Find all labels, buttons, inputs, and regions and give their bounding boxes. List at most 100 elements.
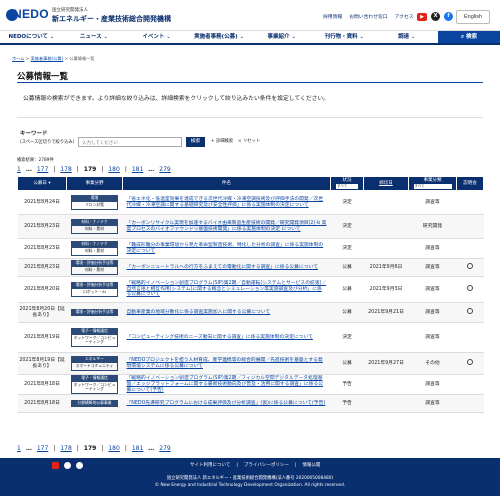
nav-news[interactable]: ニュース [63, 31, 126, 43]
col-type-label: 事業分類 [423, 177, 442, 183]
page-link[interactable]: 180 [108, 166, 119, 174]
cell-date: 2021年8月24日 [17, 190, 67, 215]
nav-procurement[interactable]: 調達 [375, 31, 438, 43]
nav-projects[interactable]: 事業紹介 [250, 31, 313, 43]
page-current: 179 [83, 166, 97, 173]
category-badge: 電子・情報通信 ネットワーク／コンピューティング [71, 375, 118, 395]
nav-about[interactable]: NEDOについて [0, 31, 63, 43]
category-top: 環境・評価分析手法等 [71, 282, 118, 289]
call-title-link[interactable]: 「難成形難分の事業環境から見た革命型製造技術、特化した分析の調査」に係る実施体制… [127, 243, 324, 254]
breadcrumb-home[interactable]: ホーム [12, 56, 24, 61]
header-links: 採用情報 お問い合わせ窓口 アクセス [323, 15, 414, 21]
x-twitter-icon[interactable]: X [431, 12, 440, 21]
cell-title[interactable]: 「カーボンニュートラルへの行方をふまえての電動化に関する調査」に係る公募について [122, 258, 331, 277]
cell-explain [456, 258, 484, 277]
cell-title[interactable]: 「NEDO先導研究プログラムにおける成果評価及び分析調査」(仮)に係る公募につい… [122, 394, 331, 414]
detail-search-link[interactable]: + 詳細検索 [211, 139, 233, 144]
cell-deadline [363, 394, 409, 414]
facebook-icon[interactable]: f [444, 12, 453, 21]
cell-title[interactable]: 「NEDOプロジェクトを担う人材育成、産学連携等の総合的展開／先進技術を基盤とす… [122, 352, 331, 375]
cell-explain [456, 190, 484, 215]
english-button[interactable]: English [456, 10, 490, 24]
header-link-contact[interactable]: お問い合わせ窓口 [349, 15, 387, 21]
cell-title[interactable]: 「戦略的イノベーション創造プログラム(SIP)第2期／自動運転(システムとサービ… [122, 276, 331, 303]
cell-category: エネルギー スマートコミュニティ [66, 352, 123, 375]
header-link-recruit[interactable]: 採用情報 [323, 15, 342, 21]
youtube-icon[interactable] [52, 462, 59, 469]
cell-type: 調査等 [408, 302, 457, 323]
status-select[interactable]: すべて [336, 184, 358, 190]
cell-date: 2021年8月19日 [17, 322, 67, 353]
cell-status: 決定 [330, 238, 364, 259]
page-link[interactable]: 1 [17, 166, 21, 174]
cell-category: 電子・情報通信 ネットワーク／コンピューティング [66, 374, 123, 396]
cell-title[interactable]: 「コンピューティング技術のニーズ動向に関する調査」に係る実施体制の決定について [122, 322, 331, 353]
page-link[interactable]: 279 [159, 166, 170, 174]
x-twitter-icon[interactable] [64, 462, 71, 469]
table-row: 2021年8月20日 環境・評価分析手法等 ロボット・AI 「戦略的イノベーション創造… [17, 276, 484, 303]
page-link[interactable]: 177 [37, 166, 48, 174]
page-link[interactable]: 180 [108, 445, 119, 453]
keyword-input[interactable] [78, 137, 182, 147]
call-title-link[interactable]: 「省エネ化・低温室効果を達成できる次世代冷媒・冷凍空調技術及び評価手法の開発／次… [127, 197, 324, 208]
category-badge: 分野横断的公募事業 [71, 400, 118, 408]
page-current: 179 [83, 445, 97, 452]
call-title-link[interactable]: 「NEDOプロジェクトを担う人材育成、産学連携等の総合的展開／先進技術を基盤とす… [127, 358, 323, 369]
header-link-access[interactable]: アクセス [395, 15, 414, 21]
cell-title[interactable]: 「カーボンリサイクル実現を加速するバイオ由来製品生産技術の開発／研究開発項目(2… [122, 214, 331, 239]
footer-link-privacy[interactable]: プライバシーポリシー [244, 463, 289, 469]
cell-date: 2021年8月20日【延長あり】 [17, 302, 67, 323]
table-row: 2021年8月19日【延長あり】 エネルギー スマートコミュニティ 「NEDOプロジェ… [17, 352, 484, 375]
nav-calls[interactable]: 実施者事務(公募) [188, 31, 251, 43]
cell-category: 材料・ナノテク 材料・素材 [66, 214, 123, 239]
footer-address: 国立研究開発法人 新エネルギー・産業技術総合開発機構(法人番号 20200050… [166, 476, 334, 481]
category-badge: エネルギー スマートコミュニティ [71, 356, 118, 371]
col-date-header[interactable]: 公募日 ▾ [17, 176, 67, 191]
call-title-link[interactable]: 「戦略的イノベーション創造プログラム(SIP)第2期／自動運転(システムとサービ… [127, 281, 327, 298]
call-title-link[interactable]: 「戦略的イノベーション創造プログラム(SIP)第2期／フィジカル空間デジタルデー… [127, 376, 324, 393]
org-name[interactable]: 新エネルギー・産業技術総合開発機構 [52, 14, 171, 24]
page-link[interactable]: 181 [132, 166, 143, 174]
nav-publications[interactable]: 刊行物・資料 [313, 31, 376, 43]
cell-date: 2021年8月23日 [17, 258, 67, 277]
nav-events[interactable]: イベント [125, 31, 188, 43]
nav-search-label: 検索 [466, 34, 478, 40]
breadcrumb-calls[interactable]: 実施者事務(公募) [31, 56, 64, 61]
youtube-icon[interactable]: ▶ [417, 13, 427, 21]
cell-title[interactable]: 「戦略的イノベーション創造プログラム(SIP)第2期／フィジカル空間デジタルデー… [122, 374, 331, 396]
cell-title[interactable]: 「難成形難分の事業環境から見た革命型製造技術、特化した分析の調査」に係る実施体制… [122, 238, 331, 259]
page-link[interactable]: 178 [60, 166, 71, 174]
page-link[interactable]: 279 [159, 445, 170, 453]
page-ellipsis: … [25, 445, 32, 452]
cell-category: 電子・情報通信 ネットワーク／コンピューティング [66, 322, 123, 353]
type-select[interactable]: すべて [413, 184, 452, 190]
cell-status: 公募 [330, 302, 364, 323]
page-link[interactable]: 178 [60, 445, 71, 453]
page-link[interactable]: 1 [17, 445, 21, 453]
nav-search-button[interactable]: ⌕ 検索 [438, 31, 500, 43]
table-row: 2021年8月18日 分野横断的公募事業 「NEDO先導研究プログラムにおける成果評… [17, 394, 484, 414]
search-button[interactable]: 検索 [186, 137, 205, 147]
col-deadline-header[interactable]: 締切日 [363, 176, 409, 191]
page-title: 公募情報一覧 [17, 72, 69, 82]
cell-explain [456, 214, 484, 239]
footer-link-terms[interactable]: サイト利用について [190, 463, 230, 469]
nedo-logo[interactable]: NEDO [6, 7, 50, 23]
cell-category: 環境 フロン対策 [66, 190, 123, 215]
call-title-link[interactable]: 「カーボンリサイクル実現を加速するバイオ由来製品生産技術の開発／研究開発項目(2… [127, 221, 327, 232]
logo-text: NEDO [13, 7, 49, 21]
call-title-link[interactable]: 自動車産業の地域分散化に係る調査実施加入に関する公募について [127, 310, 271, 315]
page-link[interactable]: 177 [37, 445, 48, 453]
cell-title[interactable]: 「省エネ化・低温室効果を達成できる次世代冷媒・冷凍空調技術及び評価手法の開発／次… [122, 190, 331, 215]
reset-link[interactable]: × リセット [238, 139, 260, 144]
col-status-label: 状況 [342, 177, 352, 183]
site-footer: サイト利用について | プライバシーポリシー | 情報公開 国立研究開発法人 新エネ… [0, 458, 500, 496]
call-title-link[interactable]: 「カーボンニュートラルへの行方をふまえての電動化に関する調査」に係る公募について [127, 265, 319, 270]
call-title-link[interactable]: 「NEDO先導研究プログラムにおける成果評価及び分析調査」(仮)に係る公募につい… [127, 401, 326, 406]
footer-link-disclosure[interactable]: 情報公開 [302, 463, 320, 469]
cell-type: 調査等 [408, 322, 457, 353]
call-title-link[interactable]: 「コンピューティング技術のニーズ動向に関する調査」に係る実施体制の決定について [127, 335, 313, 340]
cell-title[interactable]: 自動車産業の地域分散化に係る調査実施加入に関する公募について [122, 302, 331, 323]
page-link[interactable]: 181 [132, 445, 143, 453]
facebook-icon[interactable] [76, 462, 83, 469]
